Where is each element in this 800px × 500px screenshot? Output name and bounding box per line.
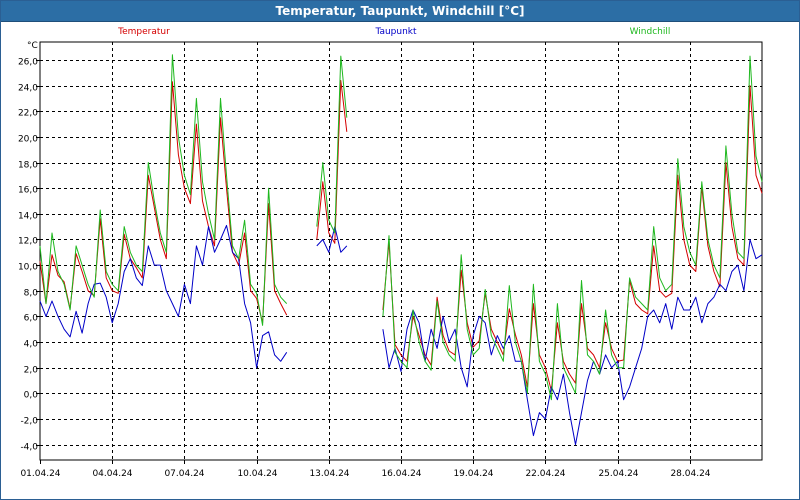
x-tick-label: 01.04.24 bbox=[20, 469, 60, 479]
x-tick-label: 22.04.24 bbox=[525, 469, 565, 479]
legend: Temperatur Taupunkt Windchill bbox=[117, 27, 670, 37]
y-tick-label: 8,0 bbox=[24, 289, 39, 299]
y-tick-label: 0,0 bbox=[24, 391, 39, 401]
y-tick-label: 20,0 bbox=[18, 135, 38, 145]
y-tick-label: 6,0 bbox=[24, 314, 39, 324]
x-tick-label: 10.04.24 bbox=[237, 469, 277, 479]
x-tick-label: 28.04.24 bbox=[670, 469, 710, 479]
x-tick-label: 16.04.24 bbox=[381, 469, 421, 479]
y-tick-label: -2,0 bbox=[20, 417, 38, 427]
y-tick-label: -4,0 bbox=[20, 443, 38, 453]
y-tick-label: 16,0 bbox=[18, 186, 38, 196]
y-tick-label: 26,0 bbox=[18, 58, 38, 68]
y-tick-label: 10,0 bbox=[18, 263, 38, 273]
y-tick-label: 18,0 bbox=[18, 161, 38, 171]
y-tick-label: 14,0 bbox=[18, 212, 38, 222]
x-tick-label: 19.04.24 bbox=[453, 469, 493, 479]
y-tick-label: 2,0 bbox=[24, 366, 39, 376]
chart-svg: -4,0 -2,0 0,0 2,0 4,0 6,0 8,0 10,0 12,0 14,0 16,0 1… bbox=[18, 27, 763, 479]
x-tick-label: 07.04.24 bbox=[164, 469, 204, 479]
legend-taupunkt: Taupunkt bbox=[374, 27, 417, 37]
x-tick-label: 04.04.24 bbox=[92, 469, 132, 479]
legend-temperatur: Temperatur bbox=[117, 27, 170, 37]
x-tick-label: 25.04.24 bbox=[598, 469, 638, 479]
y-tick-label: 4,0 bbox=[24, 340, 39, 350]
y-tick-label: 12,0 bbox=[18, 237, 38, 247]
series-line-windchill bbox=[39, 54, 763, 401]
y-tick-label: 24,0 bbox=[18, 84, 38, 94]
x-tick-label: 13.04.24 bbox=[309, 469, 349, 479]
y-tick-label: 22,0 bbox=[18, 109, 38, 119]
y-unit-label: °C bbox=[27, 41, 38, 51]
legend-windchill: Windchill bbox=[630, 27, 671, 37]
